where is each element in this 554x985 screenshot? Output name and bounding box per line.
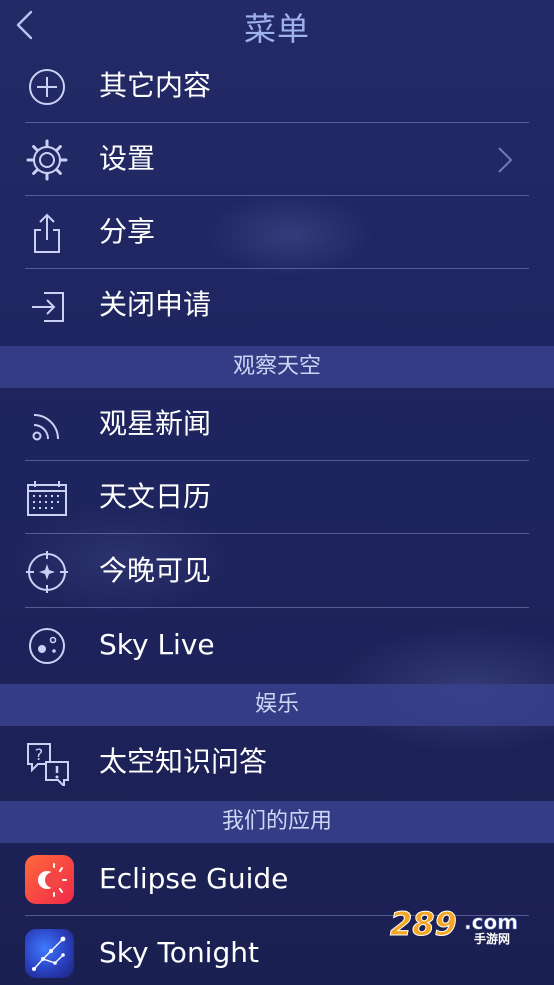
svg-text:?: ? — [35, 745, 44, 764]
site-watermark: 289 .com 手游网 — [388, 905, 534, 947]
chevron-right-icon — [496, 145, 514, 175]
header: 菜单 — [0, 0, 554, 50]
section-header-observe: 观察天空 — [0, 346, 554, 388]
gear-icon — [24, 137, 70, 183]
star-target-icon — [24, 549, 70, 595]
divider — [25, 533, 529, 534]
menu-item-settings[interactable]: 设置 — [0, 123, 554, 196]
menu-item-visible-tonight[interactable]: 今晚可见 — [0, 535, 554, 608]
divider — [25, 607, 529, 608]
menu-item-label: 关闭申请 — [99, 288, 212, 321]
menu-item-sky-news[interactable]: 观星新闻 — [0, 388, 554, 461]
menu-item-label: 其它内容 — [99, 69, 212, 102]
calendar-icon — [24, 475, 70, 521]
rss-icon — [24, 402, 70, 448]
section-header-fun: 娱乐 — [0, 684, 554, 726]
svg-text:手游网: 手游网 — [474, 931, 510, 945]
menu-item-label: Eclipse Guide — [99, 862, 289, 895]
section-header-apps: 我们的应用 — [0, 801, 554, 843]
eclipse-guide-app-icon — [25, 855, 74, 904]
exit-icon — [24, 283, 70, 329]
menu-item-space-quiz[interactable]: ? 太空知识问答 — [0, 726, 554, 799]
menu-item-label: 分享 — [99, 215, 156, 248]
menu-item-label: Sky Live — [99, 628, 215, 661]
page-title: 菜单 — [243, 10, 310, 48]
share-icon — [24, 210, 70, 256]
menu-screen: 菜单 其它内容 设置 分享 关闭申请 观察天空 观星新闻 天文日历 今晚可见 S… — [0, 0, 554, 985]
svg-text:.com: .com — [464, 910, 518, 934]
quiz-icon: ? — [24, 740, 70, 789]
menu-item-astro-calendar[interactable]: 天文日历 — [0, 461, 554, 534]
menu-item-label: 观星新闻 — [99, 407, 212, 440]
menu-item-label: 天文日历 — [99, 480, 212, 513]
menu-item-share[interactable]: 分享 — [0, 196, 554, 269]
sky-tonight-app-icon — [25, 929, 74, 978]
svg-text:289: 289 — [390, 905, 457, 943]
menu-item-sky-live[interactable]: Sky Live — [0, 609, 554, 682]
menu-item-label: 太空知识问答 — [99, 745, 268, 778]
menu-item-label: 设置 — [99, 142, 156, 175]
planet-icon — [24, 623, 70, 669]
menu-item-label: Sky Tonight — [99, 936, 259, 969]
plus-circle-icon — [24, 64, 70, 110]
menu-item-close-app[interactable]: 关闭申请 — [0, 269, 554, 342]
menu-item-label: 今晚可见 — [99, 554, 212, 587]
menu-item-more-content[interactable]: 其它内容 — [0, 50, 554, 123]
